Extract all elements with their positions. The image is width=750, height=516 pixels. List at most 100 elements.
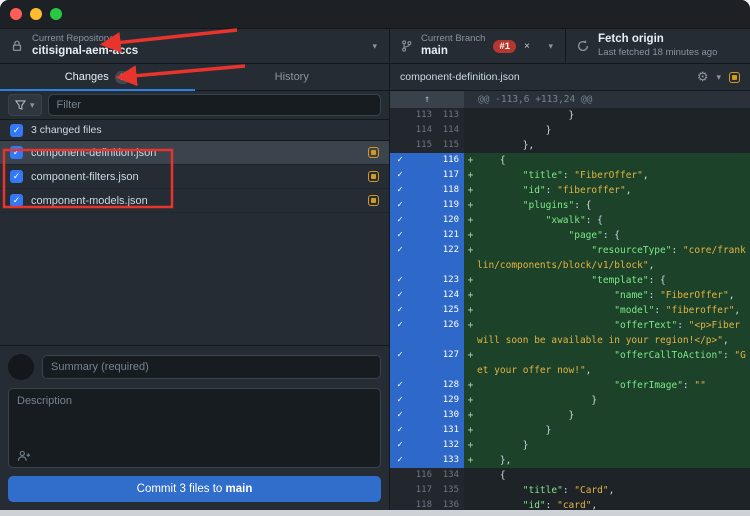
diff-code-text: "xwalk": { <box>545 215 603 226</box>
tab-changes[interactable]: Changes 3 <box>0 64 195 91</box>
diff-row[interactable]: 116 134 { <box>390 468 750 483</box>
tab-history[interactable]: History <box>195 64 390 90</box>
commit-button[interactable]: Commit 3 files to main <box>8 476 381 502</box>
diff-row[interactable]: ✓ 127 + "offerCallToAction": "Get your o… <box>390 348 750 378</box>
old-line-number <box>410 393 437 408</box>
diff-line-checkbox[interactable]: ✓ <box>390 183 410 198</box>
add-coauthor-icon[interactable] <box>17 450 31 462</box>
file-checkbox[interactable]: ✓ <box>10 146 23 159</box>
diff-line-checkbox[interactable]: ✓ <box>390 318 410 348</box>
diff-marker: + <box>467 245 474 256</box>
diff-line-checkbox[interactable]: ✓ <box>390 213 410 228</box>
diff-line-checkbox[interactable] <box>390 123 410 138</box>
old-line-number <box>410 438 437 453</box>
filter-options-button[interactable]: ▾ <box>8 94 42 116</box>
current-branch-label: Current Branch <box>421 33 486 45</box>
diff-row[interactable]: 114 114 } <box>390 123 750 138</box>
diff-line-checkbox[interactable] <box>390 138 410 153</box>
diff-line-checkbox[interactable]: ✓ <box>390 198 410 213</box>
diff-row[interactable]: ✓ 130 + } <box>390 408 750 423</box>
select-all-checkbox[interactable]: ✓ <box>10 123 23 137</box>
diff-row[interactable]: ✓ 124 + "name": "FiberOffer", <box>390 288 750 303</box>
diff-line-checkbox[interactable]: ✓ <box>390 168 410 183</box>
fetch-origin-title: Fetch origin <box>598 33 664 46</box>
diff-marker <box>464 498 477 510</box>
titlebar <box>0 0 750 29</box>
file-name: component-definition.json <box>31 146 157 159</box>
diff-marker: + <box>467 455 474 466</box>
fetch-origin-button[interactable]: Fetch origin Last fetched 18 minutes ago <box>566 29 750 63</box>
diff-row[interactable]: 115 115 }, <box>390 138 750 153</box>
diff-marker <box>464 483 477 498</box>
filter-input[interactable] <box>47 94 381 116</box>
current-branch-dropdown[interactable]: Current Branch main #1 × ▾ <box>390 29 566 63</box>
diff-line-checkbox[interactable]: ✓ <box>390 423 410 438</box>
diff-row[interactable]: ✓ 133 + }, <box>390 453 750 468</box>
commit-description-input[interactable] <box>9 389 380 467</box>
diff-marker: + <box>467 440 474 451</box>
diff-line-checkbox[interactable]: ✓ <box>390 153 410 168</box>
diff-row[interactable]: ✓ 131 + } <box>390 423 750 438</box>
new-line-number: 131 <box>437 423 464 438</box>
current-repository-name: citisignal-aem-accs <box>32 44 139 57</box>
diff-row[interactable]: 113 113 } <box>390 108 750 123</box>
filter-row: ▾ <box>0 91 389 120</box>
diff-line-checkbox[interactable]: ✓ <box>390 243 410 273</box>
diff-marker <box>464 108 477 123</box>
diff-line-checkbox[interactable]: ✓ <box>390 288 410 303</box>
new-line-number: 122 <box>437 243 464 273</box>
current-repository-dropdown[interactable]: Current Repository citisignal-aem-accs ▾ <box>0 29 390 63</box>
diff-code-text: "title": "FiberOffer", <box>522 170 649 181</box>
file-row[interactable]: ✓ component-definition.json <box>0 141 389 165</box>
diff-row[interactable]: ✓ 120 + "xwalk": { <box>390 213 750 228</box>
diff-line-checkbox[interactable] <box>390 108 410 123</box>
diff-line-checkbox[interactable]: ✓ <box>390 393 410 408</box>
diff-line-checkbox[interactable]: ✓ <box>390 408 410 423</box>
expand-hunk-up-icon[interactable]: ↑ <box>390 91 464 108</box>
diff-line-checkbox[interactable] <box>390 483 410 498</box>
close-window-button[interactable] <box>10 8 22 20</box>
file-modified-icon <box>368 147 379 158</box>
pull-request-badge[interactable]: #1 <box>493 39 516 53</box>
diff-row[interactable]: ✓ 117 + "title": "FiberOffer", <box>390 168 750 183</box>
old-line-number <box>410 423 437 438</box>
diff-line-checkbox[interactable]: ✓ <box>390 378 410 393</box>
old-line-number <box>410 198 437 213</box>
file-row[interactable]: ✓ component-filters.json <box>0 165 389 189</box>
diff-row[interactable]: 118 136 "id": "card", <box>390 498 750 510</box>
new-line-number: 119 <box>437 198 464 213</box>
diff-line-checkbox[interactable] <box>390 468 410 483</box>
diff-row[interactable]: ✓ 116 + { <box>390 153 750 168</box>
diff-row[interactable]: ✓ 132 + } <box>390 438 750 453</box>
chevron-down-icon[interactable]: ▾ <box>716 72 721 83</box>
diff-row[interactable]: ✓ 123 + "template": { <box>390 273 750 288</box>
diff-line-checkbox[interactable]: ✓ <box>390 453 410 468</box>
diff-row[interactable]: ✓ 118 + "id": "fiberoffer", <box>390 183 750 198</box>
zoom-window-button[interactable] <box>50 8 62 20</box>
diff-line-checkbox[interactable]: ✓ <box>390 348 410 378</box>
diff-row[interactable]: ✓ 128 + "offerImage": "" <box>390 378 750 393</box>
commit-summary-input[interactable] <box>42 355 381 379</box>
diff-line-checkbox[interactable]: ✓ <box>390 273 410 288</box>
close-icon[interactable]: × <box>524 41 530 52</box>
tab-history-label: History <box>274 71 309 83</box>
file-checkbox[interactable]: ✓ <box>10 194 23 207</box>
gear-icon[interactable]: ⚙ <box>697 69 709 85</box>
github-desktop-window: Current Repository citisignal-aem-accs ▾… <box>0 0 750 516</box>
diff-row[interactable]: ✓ 122 + "resourceType": "core/franklin/c… <box>390 243 750 273</box>
diff-row[interactable]: ✓ 126 + "offerText": "<p>Fiber will soon… <box>390 318 750 348</box>
minimize-window-button[interactable] <box>30 8 42 20</box>
file-row[interactable]: ✓ component-models.json <box>0 189 389 213</box>
diff-line-checkbox[interactable]: ✓ <box>390 438 410 453</box>
diff-row[interactable]: ✓ 119 + "plugins": { <box>390 198 750 213</box>
diff-row[interactable]: ✓ 121 + "page": { <box>390 228 750 243</box>
diff-row[interactable]: ✓ 129 + } <box>390 393 750 408</box>
diff-line-checkbox[interactable]: ✓ <box>390 228 410 243</box>
old-line-number <box>410 243 437 273</box>
diff-row[interactable]: ✓ 125 + "model": "fiberoffer", <box>390 303 750 318</box>
diff-code-text: { <box>477 470 506 481</box>
file-checkbox[interactable]: ✓ <box>10 170 23 183</box>
diff-row[interactable]: 117 135 "title": "Card", <box>390 483 750 498</box>
diff-line-checkbox[interactable] <box>390 498 410 510</box>
diff-line-checkbox[interactable]: ✓ <box>390 303 410 318</box>
